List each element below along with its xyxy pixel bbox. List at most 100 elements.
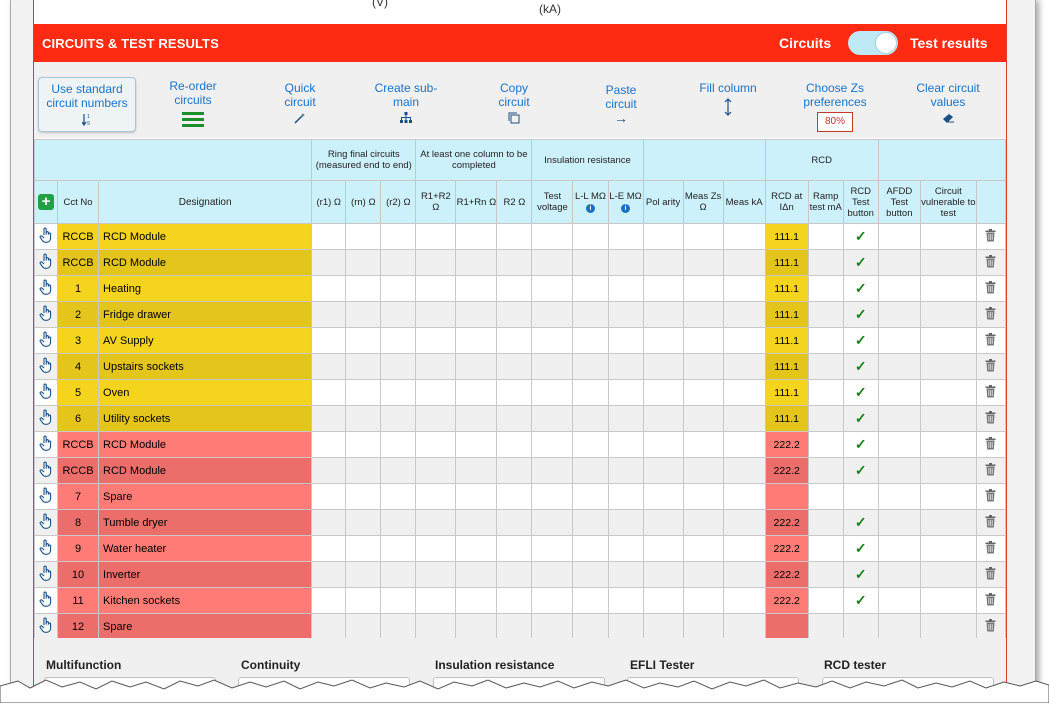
cell-l-e[interactable] xyxy=(607,379,644,406)
cell-ramp-test[interactable] xyxy=(807,431,844,458)
cell-rcd-at[interactable]: 111.1 xyxy=(764,301,809,328)
cell-cct-no[interactable]: 7 xyxy=(57,483,100,510)
cell-designation[interactable]: RCD Module xyxy=(98,431,313,458)
cell-r1[interactable] xyxy=(311,561,347,588)
cell-rn[interactable] xyxy=(345,535,382,562)
row-drag-handle[interactable] xyxy=(33,327,59,354)
row-delete-button[interactable] xyxy=(975,457,1007,484)
cell-rcd-test-button[interactable]: ✓ xyxy=(842,327,879,354)
cell-r2[interactable] xyxy=(380,431,417,458)
cell-rn[interactable] xyxy=(345,353,382,380)
use-standard-numbers-button[interactable]: Use standard circuit numbers 19 xyxy=(38,77,136,132)
cell-l-e[interactable] xyxy=(607,223,644,250)
cell-designation[interactable]: Upstairs sockets xyxy=(98,353,313,380)
cell-rn[interactable] xyxy=(345,379,382,406)
cell-vulnerable[interactable] xyxy=(919,457,977,484)
cell-designation[interactable]: RCD Module xyxy=(98,457,313,484)
cell-r1-r2[interactable] xyxy=(415,275,457,302)
cell-meas-zs[interactable] xyxy=(682,379,724,406)
cell-rn[interactable] xyxy=(345,613,382,640)
cell-rcd-at[interactable]: 111.1 xyxy=(764,379,809,406)
cell-r2b[interactable] xyxy=(496,613,533,640)
cell-test-voltage[interactable] xyxy=(531,587,574,614)
cell-polarity[interactable] xyxy=(642,379,684,406)
row-drag-handle[interactable] xyxy=(33,535,59,562)
cell-r1[interactable] xyxy=(311,587,347,614)
cell-afdd[interactable] xyxy=(877,587,921,614)
create-sub-main-button[interactable]: Create sub-main xyxy=(368,62,444,138)
cell-meas-zs[interactable] xyxy=(682,587,724,614)
row-delete-button[interactable] xyxy=(975,223,1007,250)
cell-meas-ka[interactable] xyxy=(722,353,766,380)
cell-ramp-test[interactable] xyxy=(807,613,844,640)
table-row[interactable]: 3 AV Supply 111.1 ✓ xyxy=(33,327,1007,354)
cell-vulnerable[interactable] xyxy=(919,613,977,640)
cell-r1[interactable] xyxy=(311,405,347,432)
cell-rcd-test-button[interactable]: ✓ xyxy=(842,535,879,562)
cell-ramp-test[interactable] xyxy=(807,509,844,536)
cell-r2b[interactable] xyxy=(496,353,533,380)
cell-rcd-at[interactable]: 222.2 xyxy=(764,431,809,458)
table-row[interactable]: 6 Utility sockets 111.1 ✓ xyxy=(33,405,1007,432)
info-icon[interactable]: i xyxy=(585,204,595,213)
cell-r2b[interactable] xyxy=(496,379,533,406)
cell-rn[interactable] xyxy=(345,327,382,354)
cell-r1-r2[interactable] xyxy=(415,327,457,354)
cell-l-l[interactable] xyxy=(572,483,609,510)
paste-circuit-button[interactable]: Paste circuit → xyxy=(590,62,652,138)
cell-polarity[interactable] xyxy=(642,431,684,458)
cell-r1-rn[interactable] xyxy=(455,457,498,484)
cell-rcd-test-button[interactable]: ✓ xyxy=(842,509,879,536)
cell-meas-ka[interactable] xyxy=(722,613,766,640)
cell-meas-ka[interactable] xyxy=(722,327,766,354)
plus-icon[interactable]: + xyxy=(38,194,54,210)
cell-afdd[interactable] xyxy=(877,327,921,354)
cell-r1-r2[interactable] xyxy=(415,431,457,458)
cell-polarity[interactable] xyxy=(642,587,684,614)
row-delete-button[interactable] xyxy=(975,353,1007,380)
cell-designation[interactable]: RCD Module xyxy=(98,249,313,276)
cell-r1[interactable] xyxy=(311,483,347,510)
clear-values-button[interactable]: Clear circuit values xyxy=(908,62,988,138)
cell-designation[interactable]: Water heater xyxy=(98,535,313,562)
cell-test-voltage[interactable] xyxy=(531,457,574,484)
cell-polarity[interactable] xyxy=(642,457,684,484)
cell-designation[interactable]: Tumble dryer xyxy=(98,509,313,536)
cell-meas-ka[interactable] xyxy=(722,561,766,588)
cell-vulnerable[interactable] xyxy=(919,587,977,614)
cell-r1-rn[interactable] xyxy=(455,249,498,276)
cell-test-voltage[interactable] xyxy=(531,275,574,302)
cell-vulnerable[interactable] xyxy=(919,249,977,276)
cell-meas-ka[interactable] xyxy=(722,275,766,302)
cell-r1[interactable] xyxy=(311,457,347,484)
cell-cct-no[interactable]: RCCB xyxy=(57,457,100,484)
cell-rn[interactable] xyxy=(345,223,382,250)
cell-r1[interactable] xyxy=(311,535,347,562)
cell-designation[interactable]: Fridge drawer xyxy=(98,301,313,328)
row-delete-button[interactable] xyxy=(975,483,1007,510)
cell-rcd-at[interactable]: 111.1 xyxy=(764,275,809,302)
cell-rcd-at[interactable]: 222.2 xyxy=(764,509,809,536)
cell-designation[interactable]: Oven xyxy=(98,379,313,406)
fill-column-button[interactable]: Fill column xyxy=(698,62,758,138)
cell-meas-ka[interactable] xyxy=(722,587,766,614)
cell-cct-no[interactable]: 5 xyxy=(57,379,100,406)
cell-rn[interactable] xyxy=(345,275,382,302)
cell-polarity[interactable] xyxy=(642,613,684,640)
cell-designation[interactable]: AV Supply xyxy=(98,327,313,354)
cell-ramp-test[interactable] xyxy=(807,587,844,614)
row-drag-handle[interactable] xyxy=(33,275,59,302)
cell-designation[interactable]: Spare xyxy=(98,483,313,510)
cell-ramp-test[interactable] xyxy=(807,535,844,562)
cell-r2b[interactable] xyxy=(496,327,533,354)
cell-designation[interactable]: Utility sockets xyxy=(98,405,313,432)
cell-rcd-at[interactable] xyxy=(764,613,809,640)
cell-r2[interactable] xyxy=(380,301,417,328)
cell-meas-ka[interactable] xyxy=(722,483,766,510)
cell-r2b[interactable] xyxy=(496,561,533,588)
cell-cct-no[interactable]: 11 xyxy=(57,587,100,614)
cell-test-voltage[interactable] xyxy=(531,249,574,276)
row-delete-button[interactable] xyxy=(975,535,1007,562)
cell-polarity[interactable] xyxy=(642,405,684,432)
cell-test-voltage[interactable] xyxy=(531,561,574,588)
